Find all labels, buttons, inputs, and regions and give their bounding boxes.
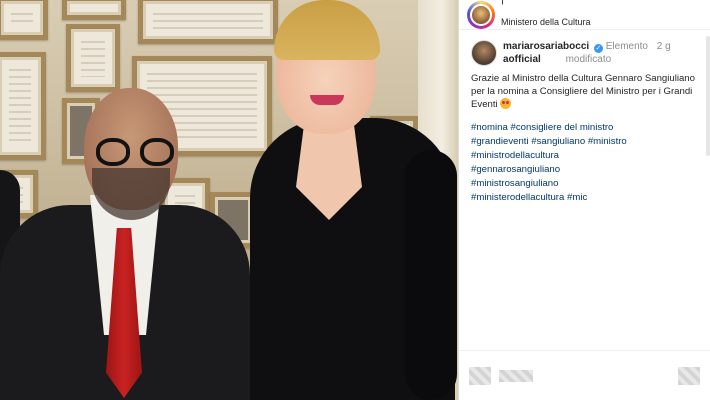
- edited-label: Elemento: [605, 41, 648, 52]
- hashtag-link[interactable]: #grandieventi: [471, 136, 529, 147]
- wall-frame: [138, 0, 278, 44]
- hashtag-link[interactable]: #gennarosangiuliano: [471, 164, 560, 175]
- edited-label-continued: modificato: [565, 54, 612, 65]
- username[interactable]: mariarosariabocci: [503, 41, 589, 52]
- verified-badge-icon: ✓: [593, 44, 603, 53]
- post-age[interactable]: 2 g: [657, 41, 671, 52]
- hashtag-link[interactable]: #nomina: [471, 122, 508, 133]
- hashtag-list: #nomina #consigliere del ministro #grand…: [471, 121, 700, 205]
- blurred-text: [499, 369, 533, 382]
- hashtag-link[interactable]: #ministrosangiuliano: [471, 178, 558, 189]
- comment-preview-row: [459, 350, 710, 400]
- instagram-post-viewer: | Ministero della Cultura mariarosariabo…: [0, 0, 710, 400]
- hashtag-link[interactable]: #ministerodellacultura: [471, 192, 564, 203]
- post-photo[interactable]: [0, 0, 458, 400]
- heart-eyes-emoji-icon: [500, 98, 512, 109]
- location-label[interactable]: Ministero della Cultura: [501, 17, 591, 27]
- username-continued[interactable]: aofficial: [503, 54, 541, 65]
- caption-text: Grazie al Ministro della Cultura Gennaro…: [471, 72, 700, 111]
- caption-scrollbar[interactable]: [706, 36, 710, 156]
- story-avatar-ring[interactable]: [467, 0, 495, 29]
- hashtag-link[interactable]: #mic: [567, 192, 587, 203]
- blurred-like-icon: [678, 366, 700, 385]
- wall-frame: [62, 0, 126, 20]
- wall-frame: [0, 52, 46, 160]
- profile-avatar: [470, 3, 492, 26]
- glasses: [96, 138, 174, 168]
- author-avatar[interactable]: [471, 40, 497, 66]
- blurred-avatar-icon: [469, 366, 491, 385]
- wall-frame: [66, 24, 120, 92]
- wall-frame: [0, 0, 48, 40]
- post-caption-block: mariarosariabocci ✓ Elemento 2 g aoffici…: [459, 30, 710, 205]
- header-pipe: |: [501, 0, 591, 5]
- caption-header: mariarosariabocci ✓ Elemento 2 g aoffici…: [471, 40, 700, 66]
- hashtag-link[interactable]: #ministrodellacultura: [471, 150, 559, 161]
- woman-lips: [310, 95, 344, 105]
- hashtag-link[interactable]: #sangiuliano: [531, 136, 585, 147]
- post-sidebar: | Ministero della Cultura mariarosariabo…: [458, 0, 710, 400]
- post-header: | Ministero della Cultura: [459, 0, 710, 30]
- hashtag-link[interactable]: #consigliere del ministro: [510, 122, 613, 133]
- woman-arm: [405, 150, 457, 400]
- hashtag-link[interactable]: #ministro: [588, 136, 627, 147]
